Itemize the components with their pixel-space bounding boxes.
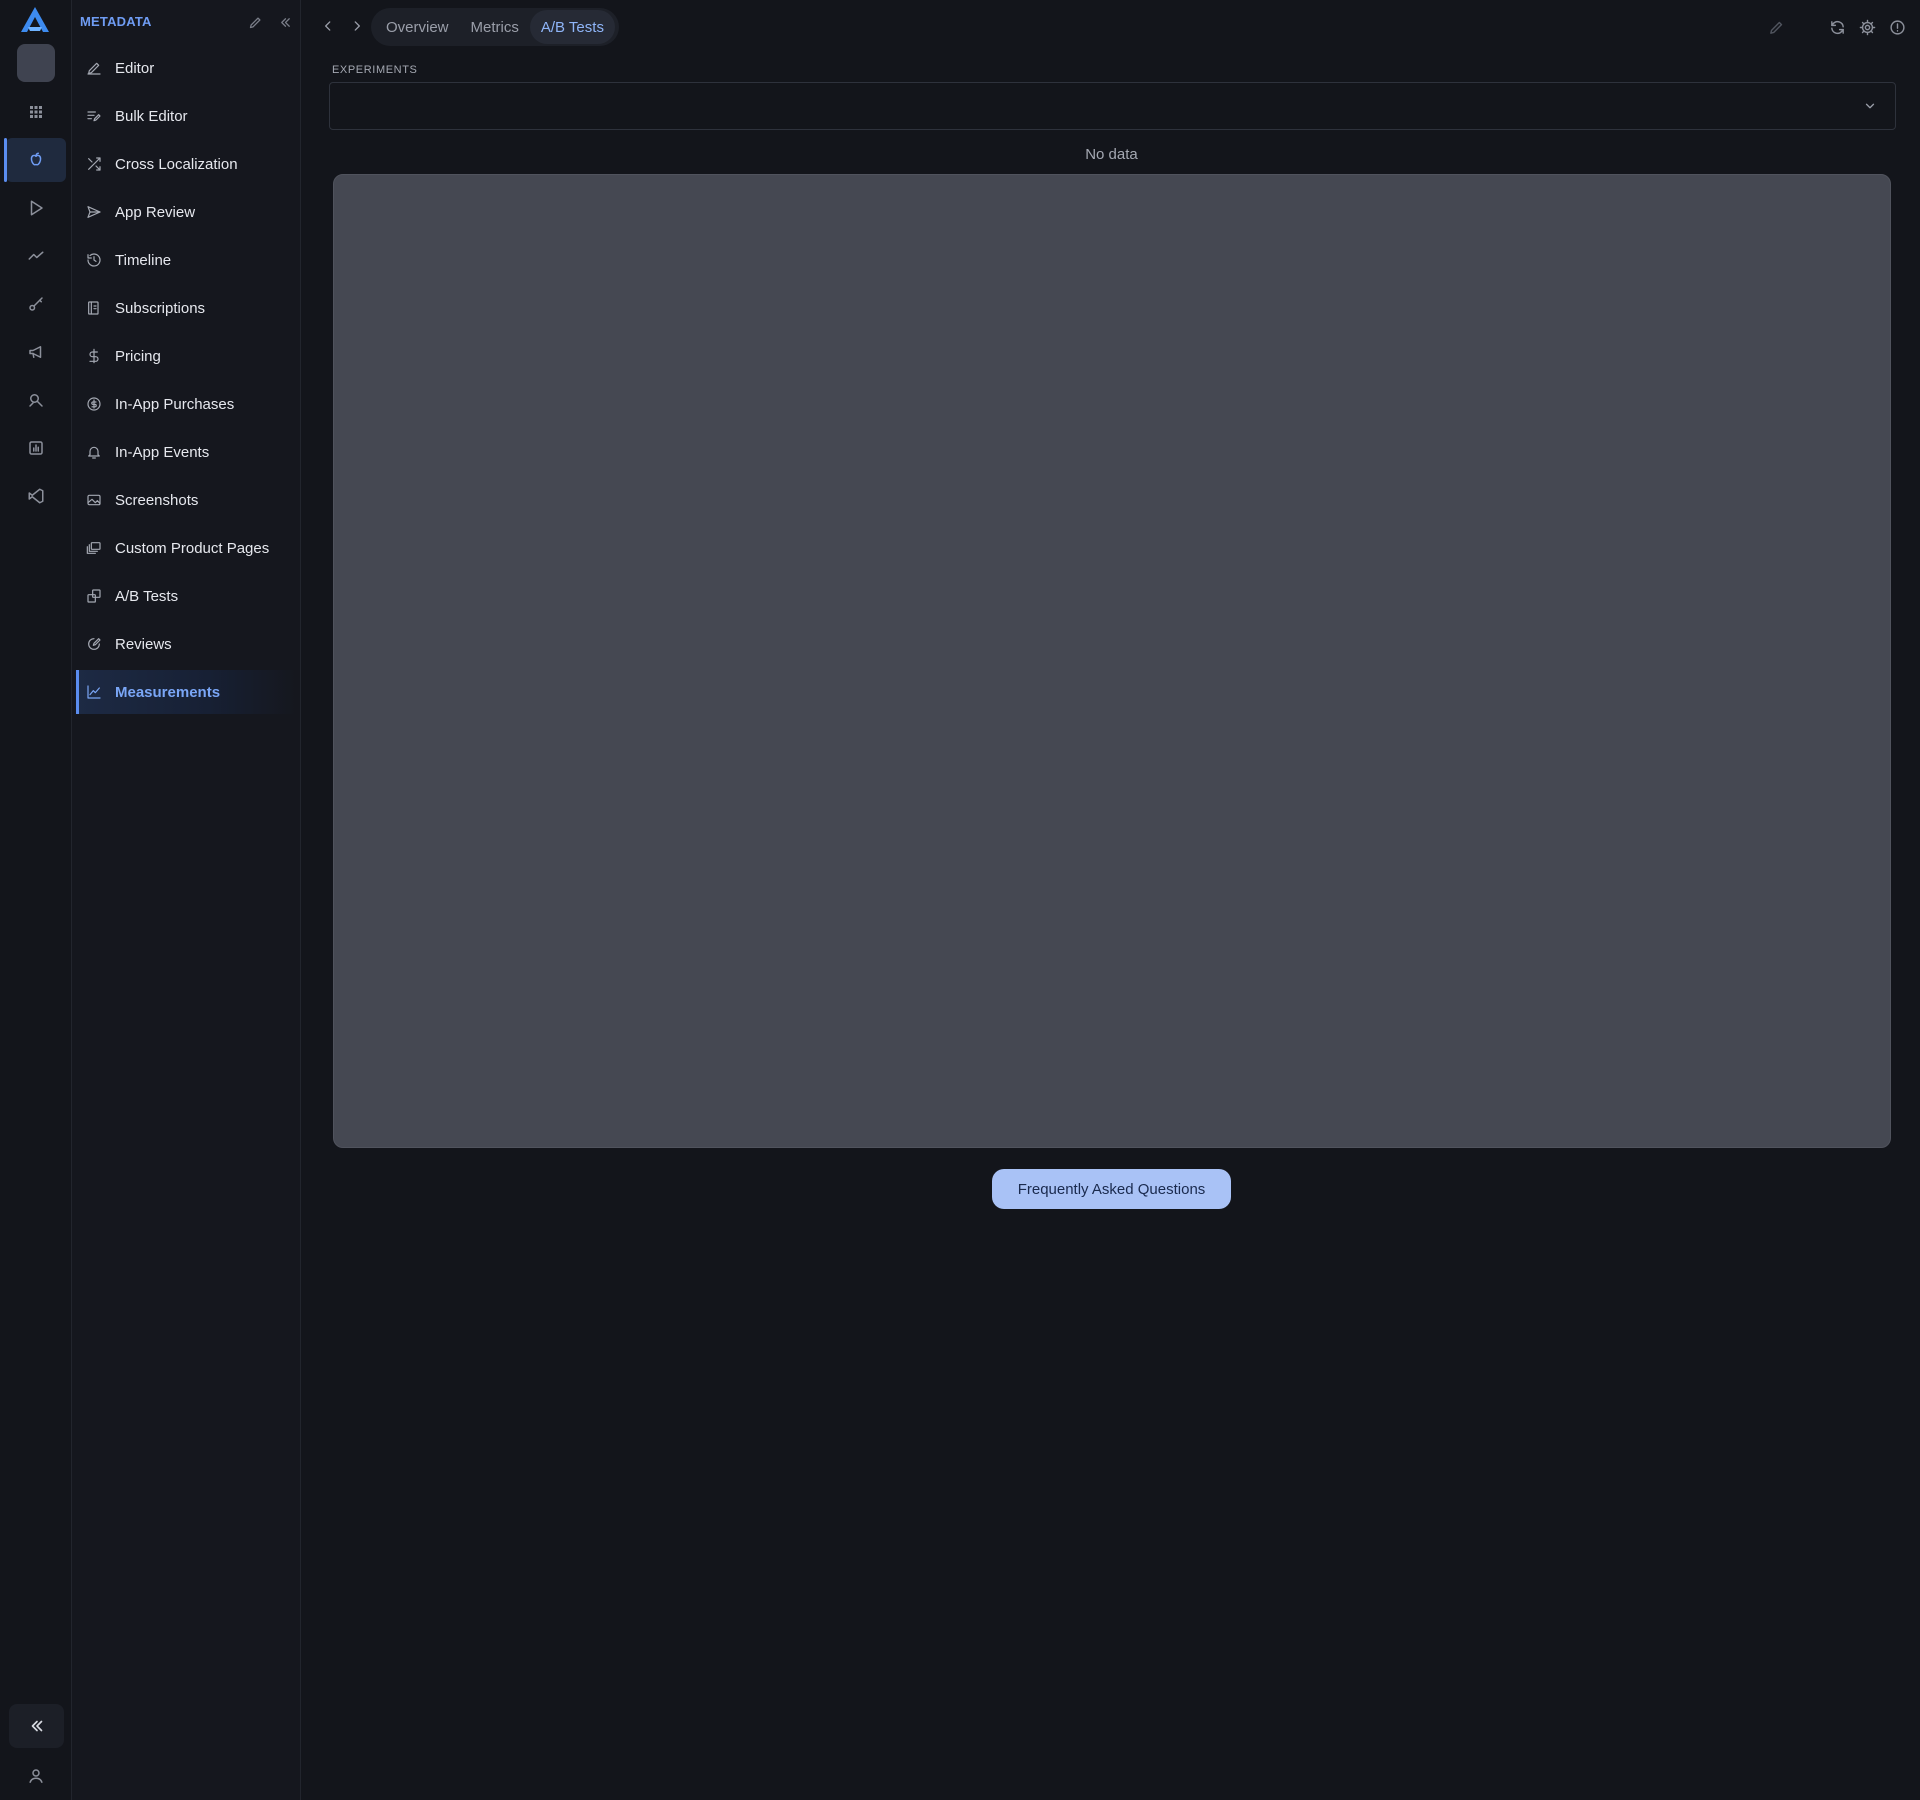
grid-icon[interactable] xyxy=(6,90,66,134)
sidebar-item-label: Pricing xyxy=(115,347,161,365)
gear-icon[interactable] xyxy=(1856,16,1878,38)
refresh-icon[interactable] xyxy=(1826,16,1848,38)
sidebar-item-label: Cross Localization xyxy=(115,155,238,173)
bell-icon xyxy=(88,446,100,459)
chevron-right-icon[interactable] xyxy=(346,14,368,38)
apple-icon[interactable] xyxy=(4,138,66,182)
sidebar-item-label: Custom Product Pages xyxy=(115,539,270,557)
tab-metrics[interactable]: Metrics xyxy=(460,10,530,44)
copy-icon xyxy=(87,589,101,603)
sidebar-item-cross-localization[interactable]: Cross Localization xyxy=(76,142,296,186)
bar-chart-icon[interactable] xyxy=(6,426,66,470)
sidebar-item-in-app-purchases[interactable]: In-App Purchases xyxy=(76,382,296,426)
tab-bar: Overview Metrics A/B Tests xyxy=(371,8,619,46)
sidebar-item-reviews[interactable]: Reviews xyxy=(76,622,296,666)
line-chart-icon xyxy=(87,685,101,699)
sidebar-item-editor[interactable]: Editor xyxy=(76,46,296,90)
image-icon xyxy=(87,494,101,506)
chevron-down-icon xyxy=(1863,99,1877,113)
sidebar-item-measurements[interactable]: Measurements xyxy=(76,670,296,714)
sidebar-item-bulk-editor[interactable]: Bulk Editor xyxy=(76,94,296,138)
top-bar: Overview Metrics A/B Tests xyxy=(301,0,1920,54)
key-icon[interactable] xyxy=(6,282,66,326)
tab-ab-tests[interactable]: A/B Tests xyxy=(529,10,615,44)
megaphone-icon[interactable] xyxy=(6,330,66,374)
sidebar-item-screenshots[interactable]: Screenshots xyxy=(76,478,296,522)
sidebar-item-label: App Review xyxy=(115,203,196,221)
sidebar-item-custom-product-pages[interactable]: Custom Product Pages xyxy=(76,526,296,570)
sidebar-item-label: Editor xyxy=(115,59,155,77)
double-chevron-left-icon[interactable] xyxy=(275,12,295,32)
sidebar-item-label: In-App Events xyxy=(115,443,210,461)
sidebar-item-label: Reviews xyxy=(115,635,172,653)
faq-button[interactable]: Frequently Asked Questions xyxy=(992,1169,1231,1209)
sidebar-item-timeline[interactable]: Timeline xyxy=(76,238,296,282)
sidebar-item-ab-tests[interactable]: A/B Tests xyxy=(76,574,296,618)
no-data-text: No data xyxy=(1085,146,1138,163)
trend-line-icon[interactable] xyxy=(6,234,66,278)
sidebar-item-pricing[interactable]: Pricing xyxy=(76,334,296,378)
tab-overview[interactable]: Overview xyxy=(375,10,460,44)
sidebar-item-in-app-events[interactable]: In-App Events xyxy=(76,430,296,474)
dollar-icon xyxy=(89,348,99,364)
a-logo-icon[interactable] xyxy=(19,6,51,34)
review-icon xyxy=(88,638,101,650)
help-icon[interactable] xyxy=(1886,16,1908,38)
coin-icon xyxy=(87,397,101,411)
app-avatar[interactable] xyxy=(17,44,55,82)
chevron-left-icon[interactable] xyxy=(317,14,339,38)
pencil-icon[interactable] xyxy=(1765,16,1787,38)
app-root: METADATA Editor Bulk Editor Cross Locali… xyxy=(0,0,1920,1800)
user-icon[interactable] xyxy=(19,1760,53,1792)
shuffle-icon xyxy=(88,157,101,171)
sidebar-item-label: A/B Tests xyxy=(115,587,179,605)
panel-title: METADATA xyxy=(80,14,152,29)
double-chevron-left-icon[interactable] xyxy=(9,1704,64,1748)
vscode-icon[interactable] xyxy=(6,474,66,518)
sidebar-item-label: Screenshots xyxy=(115,491,199,509)
experiments-label: EXPERIMENTS xyxy=(332,64,418,76)
subscription-icon xyxy=(88,301,99,315)
sidebar-item-label: Bulk Editor xyxy=(115,107,188,125)
experiments-select[interactable] xyxy=(329,82,1896,130)
sidebar-item-label: Subscriptions xyxy=(115,299,206,317)
history-icon xyxy=(87,253,101,267)
sidebar-item-label: Measurements xyxy=(115,683,221,701)
search-tools-icon[interactable] xyxy=(6,378,66,422)
bulk-edit-icon xyxy=(87,111,101,122)
sidebar-item-subscriptions[interactable]: Subscriptions xyxy=(76,286,296,330)
pencil-icon[interactable] xyxy=(245,12,265,32)
play-store-icon[interactable] xyxy=(6,186,66,230)
sidebar-item-label: In-App Purchases xyxy=(115,395,235,413)
send-icon xyxy=(87,206,101,218)
layers-icon xyxy=(86,542,101,554)
sidebar-item-label: Timeline xyxy=(115,251,172,269)
sidebar-item-app-review[interactable]: App Review xyxy=(76,190,296,234)
experiment-placeholder xyxy=(333,174,1891,1148)
metadata-panel: METADATA Editor Bulk Editor Cross Locali… xyxy=(72,0,301,1800)
pencil-icon xyxy=(87,62,101,75)
icon-rail xyxy=(0,0,72,1800)
